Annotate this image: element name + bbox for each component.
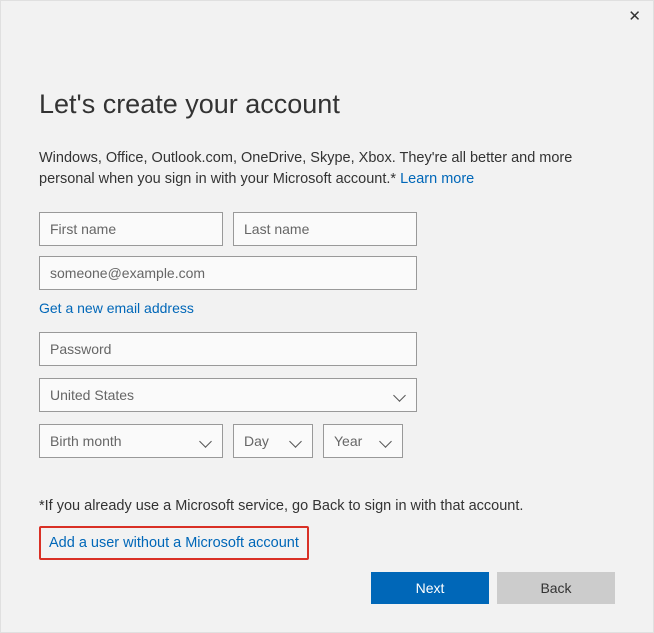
password-input[interactable]: Password xyxy=(39,332,417,366)
country-value: United States xyxy=(50,387,134,403)
dialog-window: ✕ Let's create your account Windows, Off… xyxy=(0,0,654,633)
birth-month-value: Birth month xyxy=(50,433,122,449)
next-button[interactable]: Next xyxy=(371,572,489,604)
back-button[interactable]: Back xyxy=(497,572,615,604)
close-icon[interactable]: ✕ xyxy=(628,7,641,25)
email-input[interactable]: someone@example.com xyxy=(39,256,417,290)
learn-more-link[interactable]: Learn more xyxy=(400,171,474,187)
description-text: Windows, Office, Outlook.com, OneDrive, … xyxy=(39,148,615,190)
description-body: Windows, Office, Outlook.com, OneDrive, … xyxy=(39,150,572,187)
last-name-input[interactable]: Last name xyxy=(233,212,417,246)
get-new-email-link[interactable]: Get a new email address xyxy=(39,300,615,316)
highlight-box: Add a user without a Microsoft account xyxy=(39,526,309,560)
first-name-input[interactable]: First name xyxy=(39,212,223,246)
day-select[interactable]: Day xyxy=(233,424,313,458)
page-title: Let's create your account xyxy=(39,89,615,120)
content-area: Let's create your account Windows, Offic… xyxy=(1,1,653,560)
footnote-text: *If you already use a Microsoft service,… xyxy=(39,498,615,514)
country-select[interactable]: United States xyxy=(39,378,417,412)
add-user-without-ms-link[interactable]: Add a user without a Microsoft account xyxy=(49,535,299,551)
year-select[interactable]: Year xyxy=(323,424,403,458)
day-value: Day xyxy=(244,433,269,449)
button-row: Next Back xyxy=(371,572,615,604)
birth-month-select[interactable]: Birth month xyxy=(39,424,223,458)
year-value: Year xyxy=(334,433,362,449)
